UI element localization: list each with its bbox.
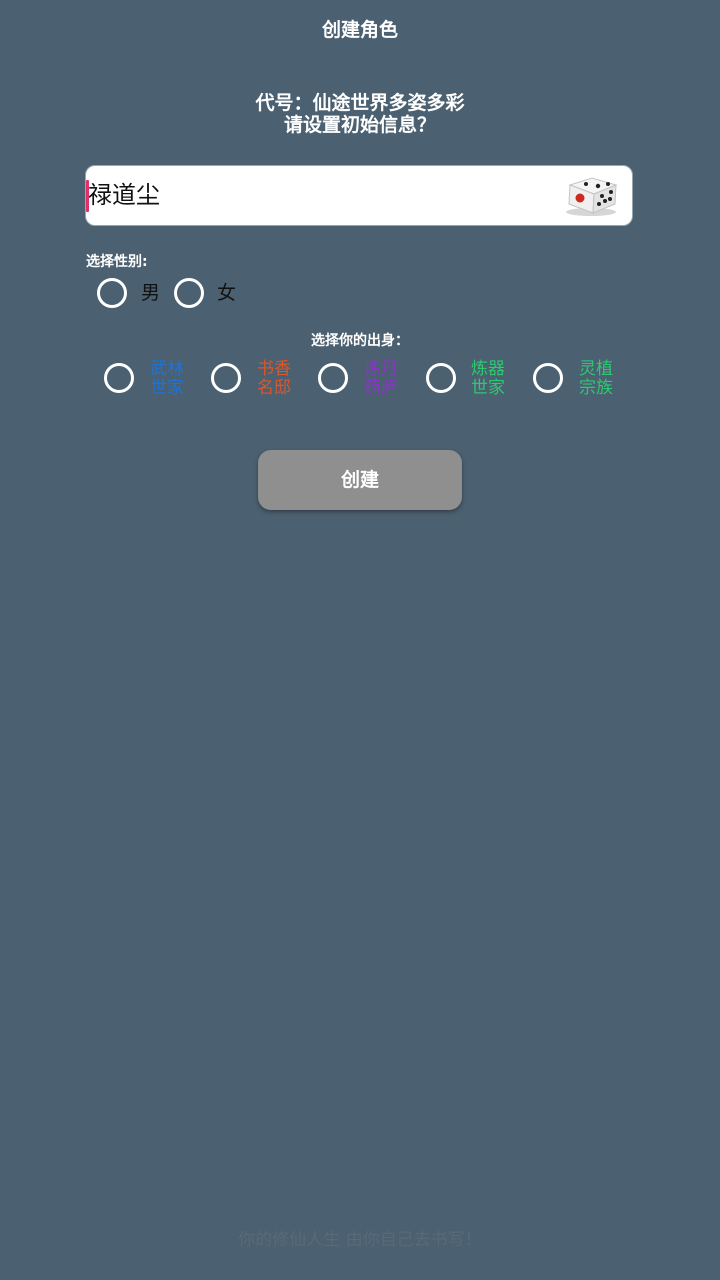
intro-line-1: 代号：仙途世界多姿多彩 <box>255 92 465 114</box>
gender-radio-male[interactable] <box>97 278 127 308</box>
origin-radio-4[interactable] <box>426 363 456 393</box>
origin-option-3: 炼丹 药庐 <box>364 359 398 398</box>
origin-label: 选择你的出身： <box>311 333 409 349</box>
origin-option-2: 书香 名邸 <box>257 359 291 398</box>
origin-radio-3[interactable] <box>318 363 348 393</box>
create-button[interactable]: 创建 <box>258 450 462 510</box>
footer-slogan: 你的修仙人生 由你自己去书写！ <box>238 1230 482 1250</box>
origin-radio-1[interactable] <box>104 363 134 393</box>
origin-option-5: 灵植 宗族 <box>579 359 613 398</box>
intro-line-2: 请设置初始信息？ <box>283 114 436 136</box>
create-character-screen: 创建角色 代号：仙途世界多姿多彩 请设置初始信息？ 禄道尘 选择性别: 男 女 … <box>0 0 720 1280</box>
origin-radio-2[interactable] <box>211 363 241 393</box>
name-field-container <box>85 165 633 226</box>
dice-icon[interactable] <box>562 175 620 217</box>
page-title: 创建角色 <box>321 19 398 41</box>
origin-option-4: 炼器 世家 <box>471 359 505 398</box>
intro-prompt: 代号：仙途世界多姿多彩 请设置初始信息？ <box>0 92 720 136</box>
gender-option-male: 男 <box>141 282 161 304</box>
text-caret <box>86 180 89 212</box>
origin-radio-5[interactable] <box>533 363 563 393</box>
gender-option-female: 女 <box>217 282 237 304</box>
name-input[interactable] <box>86 166 558 225</box>
origin-option-1: 武林 世家 <box>150 359 184 398</box>
gender-radio-female[interactable] <box>174 278 204 308</box>
gender-label: 选择性别: <box>86 254 148 270</box>
